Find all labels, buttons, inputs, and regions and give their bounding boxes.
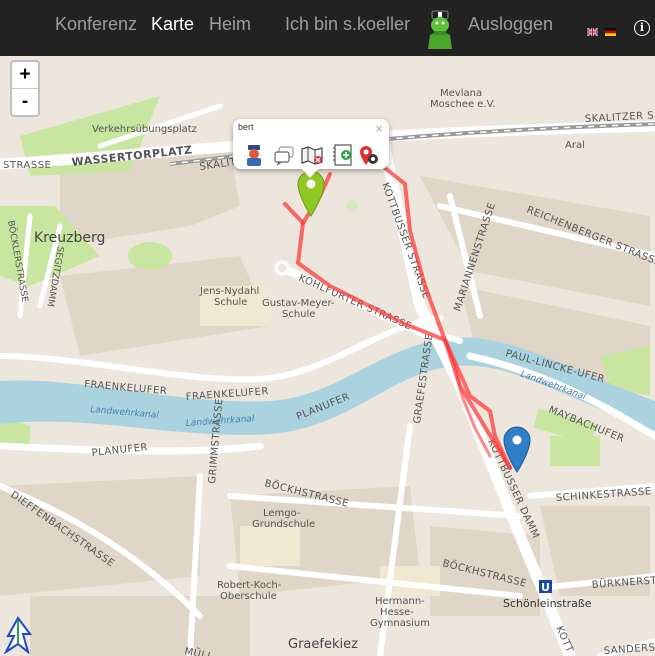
label-strasse: STRASSE [3, 160, 51, 171]
svg-text:U: U [541, 581, 550, 594]
avatar-icon [424, 9, 456, 49]
nav-konferenz[interactable]: Konferenz [55, 14, 137, 35]
compass-arrow-icon[interactable] [2, 614, 36, 654]
navbar: Konferenz Karte Heim Ich bin s.koeller A… [0, 0, 655, 56]
notebook-add-icon[interactable] [332, 144, 354, 166]
user-avatar-icon[interactable] [243, 144, 265, 166]
label-hermann: Hermann- [375, 596, 425, 607]
label-mevlana: Mevlana [440, 88, 482, 99]
info-icon[interactable]: i [634, 20, 650, 36]
label-robert-oberschule: Oberschule [220, 591, 277, 602]
chat-icon[interactable] [273, 144, 295, 166]
label-kreuzberg: Kreuzberg [34, 230, 105, 246]
flag-en-icon[interactable] [586, 23, 599, 37]
marker-popup: bert × [233, 119, 389, 178]
label-gymnasium: Gymnasium [370, 618, 430, 629]
label-moschee: Moschee e.V. [430, 99, 495, 110]
label-jens-nydahl: Jens-Nydahl [199, 286, 259, 297]
label-gustav-meyer: Gustav-Meyer- [262, 298, 335, 309]
flag-de-icon[interactable] [605, 23, 616, 36]
label-jens-schule: Schule [214, 297, 247, 308]
zoom-in-button[interactable]: + [12, 62, 38, 88]
popup-title: bert [238, 122, 254, 132]
logout-link[interactable]: Ausloggen [468, 14, 553, 35]
zoom-control: + - [10, 60, 40, 117]
popup-close-button[interactable]: × [375, 121, 383, 136]
pin-settings-icon[interactable] [357, 144, 379, 166]
nav-heim[interactable]: Heim [209, 14, 251, 35]
label-aral: Aral [565, 140, 585, 151]
label-gustav-schule: Schule [282, 309, 315, 320]
nav-karte[interactable]: Karte [151, 14, 194, 35]
label-lemgo: Lemgo- [263, 508, 301, 519]
label-hesse: Hesse- [380, 607, 414, 618]
label-verkehrsuebungsplatz: Verkehrsübungsplatz [92, 124, 197, 135]
label-lemgo-grundschule: Grundschule [252, 519, 315, 530]
map-view[interactable]: WASSERTORPLATZ STRASSE SKALIT SKALITZER … [0, 56, 655, 656]
label-graefekiez: Graefekiez [288, 637, 358, 652]
label-robert-koch: Robert-Koch- [217, 580, 282, 591]
label-schoenleinstrasse: Schönleinstraße [503, 597, 592, 610]
user-label: Ich bin s.koeller [285, 14, 411, 34]
zoom-out-button[interactable]: - [12, 88, 38, 115]
ubahn-icon: U [539, 580, 552, 594]
map-route-icon[interactable] [301, 144, 323, 166]
